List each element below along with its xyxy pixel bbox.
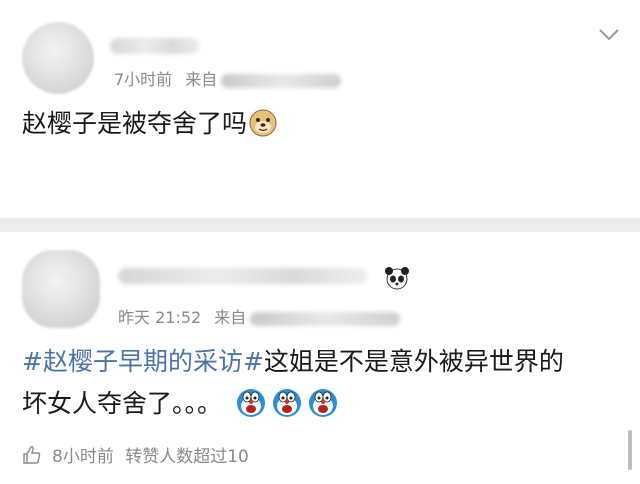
doraemon-shocked-icon bbox=[308, 389, 337, 417]
doraemon-shocked-icon bbox=[236, 389, 265, 417]
comment-text-content: 坏女人夺舍了。。。 bbox=[22, 389, 223, 418]
source-blurred bbox=[221, 73, 342, 88]
chevron-down-icon[interactable] bbox=[598, 28, 620, 42]
footer-time: 8小时前 bbox=[52, 447, 114, 467]
topic-link[interactable]: #赵樱子早期的采访# bbox=[22, 347, 264, 376]
comment-card-2: 昨天 21:52 来自 #赵樱子早期的采访#这姐是不是意外被异世界的 坏女人夺舍… bbox=[0, 232, 640, 484]
comment-text-line1: #赵樱子早期的采访#这姐是不是意外被异世界的 bbox=[22, 342, 564, 382]
post-time: 7小时前 bbox=[114, 70, 173, 89]
comment-card-1: 7小时前 来自 赵樱子是被夺舍了吗 bbox=[0, 0, 640, 218]
username-blurred[interactable] bbox=[118, 268, 368, 284]
section-divider bbox=[0, 218, 640, 232]
scrollbar[interactable] bbox=[628, 430, 632, 470]
post-meta: 7小时前 来自 bbox=[114, 66, 342, 90]
doraemon-shocked-icon bbox=[272, 389, 301, 417]
post-meta: 昨天 21:52 来自 bbox=[118, 304, 401, 328]
avatar[interactable] bbox=[22, 250, 100, 328]
comment-text: 赵樱子是被夺舍了吗 bbox=[22, 104, 277, 144]
comment-text-content: 赵樱子是被夺舍了吗 bbox=[22, 109, 248, 138]
source-label: 来自 bbox=[214, 308, 247, 327]
doge-emoji-icon bbox=[249, 109, 277, 137]
source-blurred bbox=[250, 311, 401, 326]
like-footer: 8小时前 转赞人数超过10 bbox=[22, 442, 249, 467]
thumbs-up-icon[interactable] bbox=[22, 445, 42, 465]
avatar[interactable] bbox=[22, 22, 94, 94]
source-label: 来自 bbox=[185, 70, 218, 89]
comment-text-content: 这姐是不是意外被异世界的 bbox=[263, 347, 564, 376]
post-time: 昨天 21:52 bbox=[118, 308, 202, 327]
username-blurred[interactable] bbox=[110, 38, 200, 54]
comment-text-line2: 坏女人夺舍了。。。 bbox=[22, 384, 338, 424]
footer-note: 转赞人数超过10 bbox=[125, 447, 249, 467]
panda-badge-icon bbox=[385, 267, 409, 290]
